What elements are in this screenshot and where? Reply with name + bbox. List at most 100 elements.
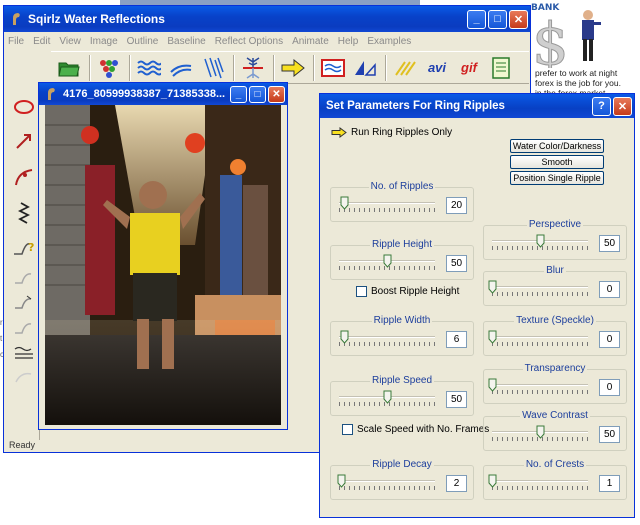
menu-help[interactable]: Help (338, 36, 359, 47)
perspective-button[interactable] (351, 54, 379, 82)
ripple-height-group: Ripple Height 50 (330, 239, 474, 280)
minimize-button[interactable]: _ (467, 9, 486, 29)
maximize-button[interactable]: □ (249, 85, 266, 103)
help-button[interactable]: ? (592, 96, 611, 116)
slider-track[interactable] (492, 384, 588, 386)
background-text-line-2: forex is the job for you. (535, 78, 621, 88)
slider-track[interactable] (339, 202, 435, 204)
slider-thumb[interactable] (383, 254, 392, 268)
maximize-button[interactable]: □ (488, 9, 507, 29)
texture-speckle-value[interactable]: 0 (599, 331, 620, 348)
menu-view[interactable]: View (59, 36, 81, 47)
slider-track[interactable] (492, 336, 588, 338)
slider-track[interactable] (492, 480, 588, 482)
rain-button[interactable] (199, 54, 227, 82)
dialog-titlebar[interactable]: Set Parameters For Ring Ripples ? ✕ (320, 94, 634, 118)
reflect-tree-button[interactable] (239, 54, 267, 82)
menu-animate[interactable]: Animate (292, 36, 329, 47)
color-dots-button[interactable] (95, 54, 123, 82)
wand-button[interactable] (391, 54, 419, 82)
minimize-button[interactable]: _ (230, 85, 247, 103)
ripple-curve-button[interactable] (167, 54, 195, 82)
perspective-value[interactable]: 50 (599, 235, 620, 252)
ripple-decay-group: Ripple Decay 2 (330, 459, 474, 500)
boost-ripple-height-checkbox[interactable]: Boost Ripple Height (356, 286, 459, 297)
menu-baseline[interactable]: Baseline (167, 36, 205, 47)
baseline-tool-3[interactable] (12, 315, 36, 339)
menu-edit[interactable]: Edit (33, 36, 50, 47)
menu-image[interactable]: Image (90, 36, 118, 47)
scale-speed-checkbox[interactable]: Scale Speed with No. Frames (342, 424, 489, 435)
water-line-tool-button[interactable] (12, 341, 36, 365)
toolbar-separator (385, 54, 387, 81)
ripple-width-label: Ripple Width (371, 315, 433, 326)
baseline-icon (15, 295, 32, 309)
no-of-ripples-value[interactable]: 20 (446, 197, 467, 214)
arrow-tool-button[interactable] (12, 129, 36, 153)
slider-thumb[interactable] (488, 378, 497, 392)
no-of-crests-value[interactable]: 1 (599, 475, 620, 492)
open-folder-button[interactable] (55, 54, 83, 82)
main-toolbar: avi gif (51, 51, 529, 84)
zigzag-tool-button[interactable] (12, 201, 36, 225)
wave-contrast-value[interactable]: 50 (599, 426, 620, 443)
ellipse-tool-button[interactable] (12, 95, 36, 119)
close-button[interactable]: ✕ (509, 9, 528, 29)
slider-thumb[interactable] (340, 196, 349, 210)
slider-thumb[interactable] (488, 280, 497, 294)
export-avi-button[interactable]: avi (423, 54, 451, 82)
water-frame-icon (321, 58, 345, 77)
blur-value[interactable]: 0 (599, 281, 620, 298)
ripple-width-value[interactable]: 6 (446, 331, 467, 348)
water-color-darkness-button[interactable]: Water Color/Darkness (510, 139, 604, 153)
slider-thumb[interactable] (340, 330, 349, 344)
slider-track[interactable] (339, 336, 435, 338)
no-of-crests-label: No. of Crests (523, 459, 587, 470)
baseline-tool-2[interactable] (12, 290, 36, 314)
position-single-ripple-button[interactable]: Position Single Ripple (510, 171, 604, 185)
slider-thumb[interactable] (383, 390, 392, 404)
dialog-close-button[interactable]: ✕ (613, 96, 632, 116)
yellow-arrow-icon (281, 58, 305, 77)
menu-examples[interactable]: Examples (367, 36, 411, 47)
ripple-decay-value[interactable]: 2 (446, 475, 467, 492)
checkbox-box[interactable] (342, 424, 353, 435)
checkbox-box[interactable] (356, 286, 367, 297)
menu-file[interactable]: File (8, 36, 24, 47)
close-button[interactable]: ✕ (268, 85, 285, 103)
notes-button[interactable] (487, 54, 515, 82)
slider-thumb[interactable] (337, 474, 346, 488)
background-text-line-1: prefer to work at night (535, 68, 618, 78)
slider-track[interactable] (492, 286, 588, 288)
slider-thumb[interactable] (488, 330, 497, 344)
image-window-titlebar[interactable]: 4176_80599938387_71385338... _ □ ✕ (39, 83, 287, 105)
export-gif-button[interactable]: gif (455, 54, 483, 82)
run-arrow-button[interactable] (279, 54, 307, 82)
run-ring-ripples-label: Run Ring Ripples Only (351, 127, 453, 138)
baseline-tool-1[interactable] (12, 265, 36, 289)
businessman-icon (582, 10, 601, 61)
water-frame-button[interactable] (319, 54, 347, 82)
baseline-help-button[interactable]: ? (12, 235, 36, 259)
squirrel-app-icon (13, 13, 20, 25)
transparency-value[interactable]: 0 (599, 379, 620, 396)
menu-outline[interactable]: Outline (127, 36, 159, 47)
slider-thumb[interactable] (488, 474, 497, 488)
ripple-speed-value[interactable]: 50 (446, 391, 467, 408)
smooth-button[interactable]: Smooth (510, 155, 604, 169)
app-titlebar[interactable]: Sqirlz Water Reflections _ □ ✕ (4, 6, 530, 32)
menu-reflect-options[interactable]: Reflect Options (215, 36, 283, 47)
disabled-tool[interactable] (12, 365, 36, 389)
diagonal-arrow-icon (16, 134, 31, 149)
no-of-ripples-group: No. of Ripples 20 (330, 181, 474, 222)
market-photo[interactable] (45, 105, 281, 425)
slider-thumb[interactable] (536, 234, 545, 248)
curve-tool-button[interactable] (12, 165, 36, 189)
slider-track[interactable] (339, 480, 435, 482)
ripple-height-value[interactable]: 50 (446, 255, 467, 272)
dialog-title: Set Parameters For Ring Ripples (326, 100, 505, 112)
slider-ticks (492, 342, 588, 346)
slider-thumb[interactable] (536, 425, 545, 439)
run-ring-ripples-button[interactable]: Run Ring Ripples Only (331, 127, 452, 138)
waves-button[interactable] (135, 54, 163, 82)
